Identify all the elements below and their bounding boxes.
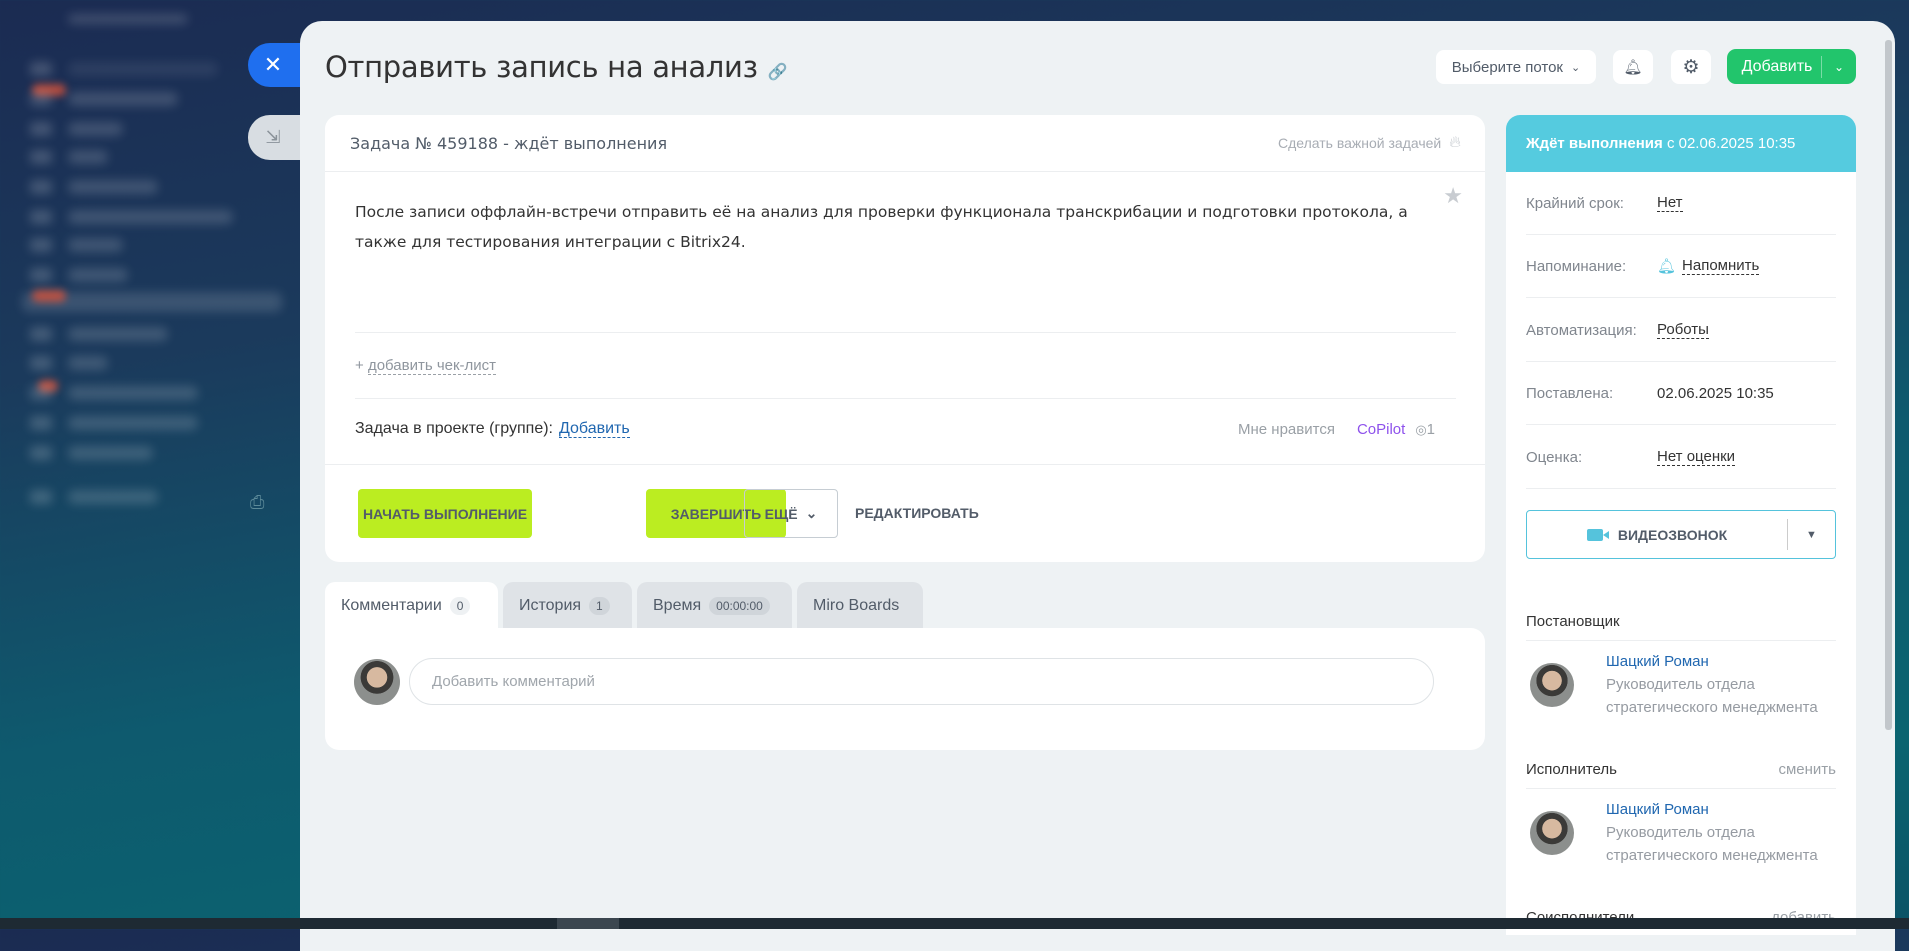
comments-panel: Добавить комментарий: [325, 628, 1485, 750]
gear-icon: ⚙: [1682, 56, 1700, 78]
close-slider-button[interactable]: ✕: [248, 43, 308, 87]
creator-card: Шацкий Роман Руководитель отдела стратег…: [1530, 653, 1830, 723]
avatar: [1530, 663, 1574, 707]
responsible-section-title: Исполнитель сменить: [1526, 761, 1836, 789]
status-badge: Ждёт выполнения с 02.06.2025 10:35: [1506, 115, 1856, 172]
copilot-button[interactable]: CoPilot: [1357, 421, 1405, 438]
task-card: Задача № 459188 - ждёт выполнения Сделат…: [325, 115, 1485, 562]
reminder-bell-icon: 🔔︎: [1657, 258, 1677, 275]
tab-miro-boards[interactable]: Miro Boards: [797, 582, 923, 629]
comment-input[interactable]: Добавить комментарий: [409, 658, 1434, 705]
copy-link-icon[interactable]: 🔗: [768, 62, 788, 81]
created-row: Поставлена: 02.06.2025 10:35: [1526, 362, 1836, 425]
add-checklist-link[interactable]: + добавить чек-лист: [355, 357, 497, 375]
deadline-row: Крайний срок: Нет: [1526, 172, 1836, 235]
task-meta: Мне нравится CoPilot ◎1: [1238, 421, 1435, 438]
edit-button[interactable]: РЕДАКТИРОВАТЬ: [855, 505, 979, 521]
task-description: После записи оффлайн-встречи отправить е…: [355, 203, 1408, 251]
page-title: Отправить запись на анализ 🔗: [325, 50, 788, 84]
views-counter: ◎1: [1415, 421, 1435, 438]
rating-value[interactable]: Нет оценки: [1657, 448, 1736, 466]
deadline-value[interactable]: Нет: [1657, 194, 1683, 212]
automation-value[interactable]: Роботы: [1657, 321, 1709, 339]
minimize-slider-button[interactable]: ⇲: [248, 115, 308, 160]
responsible-name-link[interactable]: Шацкий Роман: [1606, 801, 1709, 818]
change-responsible-link[interactable]: сменить: [1778, 761, 1836, 778]
favorite-star-icon[interactable]: ★: [1443, 183, 1463, 209]
task-sidebar: Ждёт выполнения с 02.06.2025 10:35 Крайн…: [1506, 115, 1856, 935]
task-header: Задача № 459188 - ждёт выполнения Сделат…: [325, 115, 1485, 172]
tab-comments[interactable]: Комментарии 0: [325, 582, 498, 629]
like-button[interactable]: Мне нравится: [1238, 421, 1335, 438]
settings-button[interactable]: ⚙: [1671, 50, 1711, 84]
rating-row: Оценка: Нет оценки: [1526, 426, 1836, 489]
start-task-button[interactable]: НАЧАТЬ ВЫПОЛНЕНИЕ: [358, 489, 532, 538]
caret-down-icon[interactable]: ▼: [1788, 529, 1835, 541]
video-camera-icon: [1586, 528, 1609, 541]
video-call-button[interactable]: ВИДЕОЗВОНОК ▼: [1526, 510, 1836, 559]
creator-name-link[interactable]: Шацкий Роман: [1606, 653, 1709, 670]
creator-section-title: Постановщик: [1526, 613, 1836, 641]
eye-icon: ◎: [1415, 422, 1427, 437]
automation-row: Автоматизация: Роботы: [1526, 299, 1836, 362]
reminder-value[interactable]: Напомнить: [1682, 257, 1760, 275]
responsible-card: Шацкий Роман Руководитель отдела стратег…: [1530, 801, 1830, 871]
tab-time[interactable]: Время 00:00:00: [637, 582, 792, 629]
notifications-button[interactable]: 🔔︎: [1613, 50, 1653, 84]
os-taskbar: [0, 918, 1909, 929]
project-add-link[interactable]: Добавить: [558, 420, 630, 438]
bell-icon: 🔔︎: [1623, 59, 1643, 76]
taskbar-item[interactable]: [557, 918, 619, 929]
stream-select[interactable]: Выберите поток ⌄: [1436, 50, 1596, 84]
add-button[interactable]: Добавить ⌄: [1727, 49, 1856, 84]
more-button[interactable]: ЕЩЁ ⌄: [744, 489, 838, 538]
project-row: Задача в проекте (группе): Добавить: [355, 420, 630, 438]
reminder-row: Напоминание: 🔔︎ Напомнить: [1526, 235, 1836, 298]
scrollbar[interactable]: [1885, 40, 1892, 730]
make-important-button[interactable]: Сделать важной задачей 🔥︎: [1278, 134, 1461, 152]
chevron-down-icon: ⌄: [1571, 61, 1581, 74]
printer-icon[interactable]: ⎙: [250, 492, 264, 513]
avatar: [354, 659, 400, 705]
chevron-down-icon: ⌄: [805, 505, 818, 521]
flame-icon: 🔥︎: [1449, 134, 1461, 151]
chevron-down-icon[interactable]: ⌄: [1822, 60, 1856, 74]
avatar: [1530, 811, 1574, 855]
collapse-icon: ⇲: [265, 127, 281, 147]
tab-history[interactable]: История 1: [503, 582, 632, 629]
close-icon: ✕: [263, 52, 283, 77]
